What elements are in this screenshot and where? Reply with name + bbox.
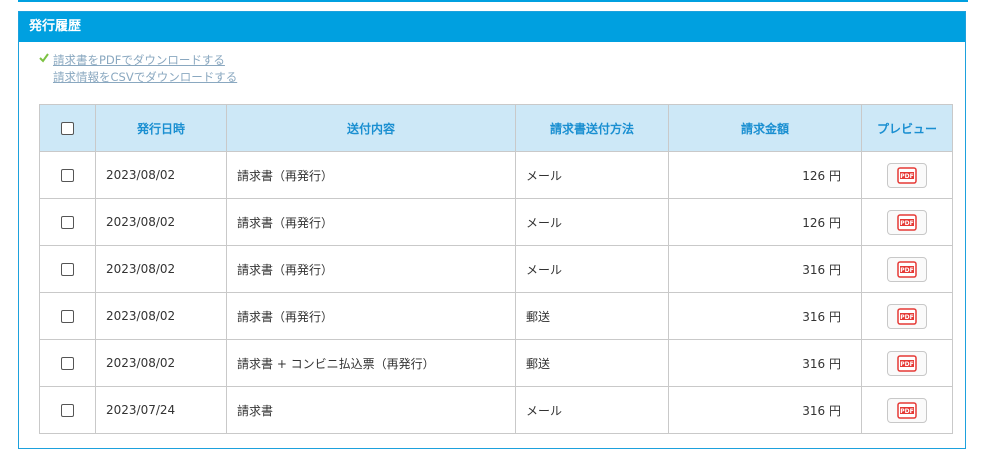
- pdf-preview-button[interactable]: PDF: [887, 303, 927, 329]
- row-amount: 316 円: [668, 245, 862, 293]
- header-date: 発行日時: [95, 104, 227, 152]
- row-preview-cell: PDF: [861, 339, 953, 387]
- pdf-preview-button[interactable]: PDF: [887, 397, 927, 423]
- pdf-icon: PDF: [897, 307, 917, 325]
- row-preview-cell: PDF: [861, 198, 953, 246]
- pdf-icon: PDF: [897, 354, 917, 372]
- row-date: 2023/08/02: [95, 339, 227, 387]
- pdf-icon: PDF: [897, 260, 917, 278]
- svg-text:PDF: PDF: [900, 361, 913, 368]
- panel-title: 発行履歴: [19, 12, 965, 42]
- history-table: 発行日時 送付内容 請求書送付方法 請求金額 プレビュー 2023/08/02 …: [39, 104, 953, 434]
- row-amount: 316 円: [668, 339, 862, 387]
- row-content: 請求書 + コンビニ払込票（再発行）: [226, 339, 516, 387]
- row-preview-cell: PDF: [861, 386, 953, 434]
- checkmark-icon: [39, 53, 49, 63]
- row-date: 2023/08/02: [95, 245, 227, 293]
- download-csv-link[interactable]: 請求情報をCSVでダウンロードする: [53, 69, 237, 85]
- row-method: メール: [515, 245, 669, 293]
- row-amount: 316 円: [668, 292, 862, 340]
- row-content: 請求書（再発行）: [226, 292, 516, 340]
- row-select-cell: [39, 198, 96, 246]
- pdf-icon: PDF: [897, 213, 917, 231]
- row-method: メール: [515, 386, 669, 434]
- row-preview-cell: PDF: [861, 292, 953, 340]
- row-preview-cell: PDF: [861, 151, 953, 199]
- table-row: 2023/08/02 請求書（再発行） メール 126 円 PDF: [39, 151, 953, 199]
- row-select-cell: [39, 339, 96, 387]
- row-checkbox[interactable]: [61, 357, 74, 370]
- row-select-cell: [39, 151, 96, 199]
- header-content: 送付内容: [226, 104, 516, 152]
- row-checkbox[interactable]: [61, 310, 74, 323]
- row-select-cell: [39, 245, 96, 293]
- row-amount: 126 円: [668, 198, 862, 246]
- pdf-preview-button[interactable]: PDF: [887, 256, 927, 282]
- row-content: 請求書（再発行）: [226, 198, 516, 246]
- row-method: メール: [515, 151, 669, 199]
- row-checkbox[interactable]: [61, 404, 74, 417]
- row-date: 2023/08/02: [95, 292, 227, 340]
- svg-text:PDF: PDF: [900, 314, 913, 321]
- pdf-preview-button[interactable]: PDF: [887, 162, 927, 188]
- row-preview-cell: PDF: [861, 245, 953, 293]
- row-checkbox[interactable]: [61, 216, 74, 229]
- table-row: 2023/08/02 請求書（再発行） メール 126 円 PDF: [39, 198, 953, 246]
- select-all-cell: [39, 104, 96, 152]
- pdf-preview-button[interactable]: PDF: [887, 209, 927, 235]
- pdf-icon: PDF: [897, 401, 917, 419]
- row-content: 請求書（再発行）: [226, 151, 516, 199]
- header-preview: プレビュー: [861, 104, 953, 152]
- row-amount: 126 円: [668, 151, 862, 199]
- row-method: 郵送: [515, 292, 669, 340]
- row-select-cell: [39, 292, 96, 340]
- issue-history-panel: 発行履歴 請求書をPDFでダウンロードする 請求情報をCSVでダウンロードする …: [18, 11, 966, 449]
- row-amount: 316 円: [668, 386, 862, 434]
- row-checkbox[interactable]: [61, 169, 74, 182]
- table-header-row: 発行日時 送付内容 請求書送付方法 請求金額 プレビュー: [39, 104, 953, 152]
- svg-text:PDF: PDF: [900, 267, 913, 274]
- row-select-cell: [39, 386, 96, 434]
- table-row: 2023/08/02 請求書（再発行） 郵送 316 円 PDF: [39, 292, 953, 340]
- row-method: 郵送: [515, 339, 669, 387]
- row-date: 2023/08/02: [95, 198, 227, 246]
- row-checkbox[interactable]: [61, 263, 74, 276]
- svg-text:PDF: PDF: [900, 408, 913, 415]
- svg-text:PDF: PDF: [900, 220, 913, 227]
- row-date: 2023/07/24: [95, 386, 227, 434]
- row-method: メール: [515, 198, 669, 246]
- select-all-checkbox[interactable]: [61, 122, 74, 135]
- table-row: 2023/08/02 請求書（再発行） メール 316 円 PDF: [39, 245, 953, 293]
- download-pdf-link[interactable]: 請求書をPDFでダウンロードする: [53, 52, 225, 68]
- header-amount: 請求金額: [668, 104, 862, 152]
- top-divider: [18, 0, 968, 2]
- header-method: 請求書送付方法: [515, 104, 669, 152]
- table-row: 2023/07/24 請求書 メール 316 円 PDF: [39, 386, 953, 434]
- table-row: 2023/08/02 請求書 + コンビニ払込票（再発行） 郵送 316 円 P…: [39, 339, 953, 387]
- pdf-icon: PDF: [897, 166, 917, 184]
- svg-text:PDF: PDF: [900, 173, 913, 180]
- row-content: 請求書（再発行）: [226, 245, 516, 293]
- pdf-preview-button[interactable]: PDF: [887, 350, 927, 376]
- row-content: 請求書: [226, 386, 516, 434]
- row-date: 2023/08/02: [95, 151, 227, 199]
